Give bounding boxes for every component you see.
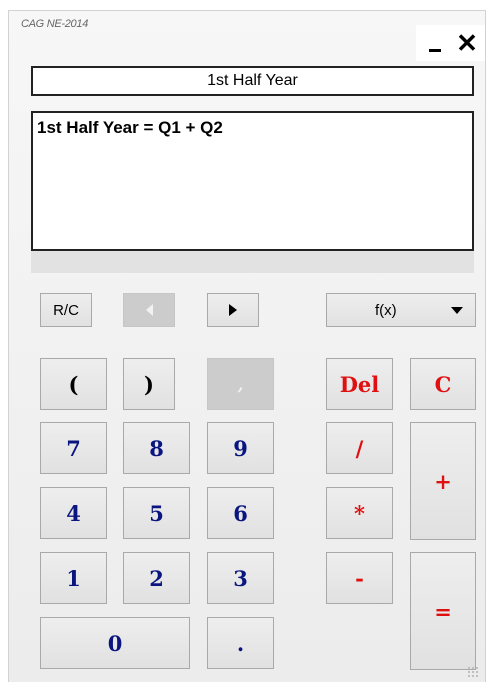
comma-key[interactable]: , bbox=[207, 358, 274, 410]
close-button[interactable]: ✕ bbox=[449, 25, 485, 61]
close-paren-key[interactable]: ) bbox=[123, 358, 175, 410]
key-8[interactable]: 8 bbox=[123, 422, 190, 474]
prev-button[interactable] bbox=[123, 293, 175, 327]
key-9[interactable]: 9 bbox=[207, 422, 274, 474]
key-7[interactable]: 7 bbox=[40, 422, 107, 474]
arrow-right-icon bbox=[229, 304, 237, 316]
key-0[interactable]: 0 bbox=[40, 617, 190, 669]
plus-key[interactable]: + bbox=[410, 422, 476, 540]
divide-key[interactable]: / bbox=[326, 422, 393, 474]
rc-button[interactable]: R/C bbox=[40, 293, 92, 327]
name-field[interactable]: 1st Half Year bbox=[31, 66, 474, 96]
minimize-icon bbox=[429, 48, 441, 52]
next-button[interactable] bbox=[207, 293, 259, 327]
resize-grip-icon[interactable] bbox=[467, 666, 479, 678]
multiply-key[interactable]: * bbox=[326, 487, 393, 539]
key-3[interactable]: 3 bbox=[207, 552, 274, 604]
key-4[interactable]: 4 bbox=[40, 487, 107, 539]
key-6[interactable]: 6 bbox=[207, 487, 274, 539]
key-5[interactable]: 5 bbox=[123, 487, 190, 539]
function-dropdown[interactable]: f(x) bbox=[326, 293, 476, 327]
window-title: CAG NE-2014 bbox=[21, 18, 89, 30]
arrow-left-icon bbox=[145, 304, 153, 316]
status-band bbox=[31, 251, 474, 273]
delete-key[interactable]: Del bbox=[326, 358, 393, 410]
open-paren-key[interactable]: ( bbox=[40, 358, 107, 410]
key-1[interactable]: 1 bbox=[40, 552, 107, 604]
calculator-window: CAG NE-2014 ✕ 1st Half Year 1st Half Yea… bbox=[8, 10, 486, 682]
function-label: f(x) bbox=[375, 301, 397, 319]
decimal-key[interactable]: . bbox=[207, 617, 274, 669]
chevron-down-icon bbox=[451, 306, 463, 314]
key-2[interactable]: 2 bbox=[123, 552, 190, 604]
equals-key[interactable]: = bbox=[410, 552, 476, 670]
formula-field[interactable]: 1st Half Year = Q1 + Q2 bbox=[31, 111, 474, 251]
minus-key[interactable]: - bbox=[326, 552, 393, 604]
clear-key[interactable]: C bbox=[410, 358, 476, 410]
